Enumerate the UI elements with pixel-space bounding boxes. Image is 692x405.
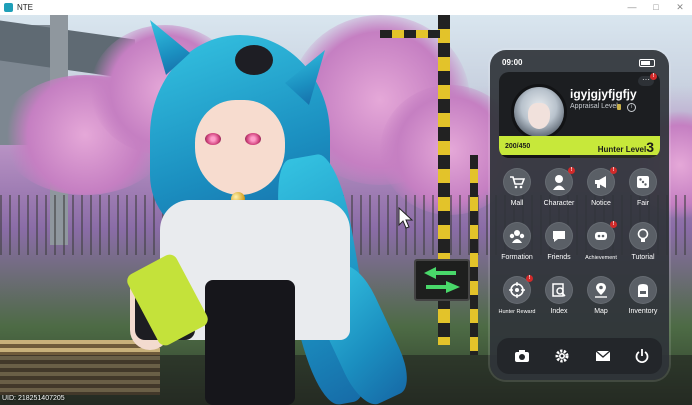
app-hunter-reward[interactable]: ! Hunter Reward (496, 275, 538, 328)
app-tutorial[interactable]: Tutorial (622, 222, 664, 274)
lightbulb-icon (629, 222, 657, 250)
hunter-level-bar: 200/450 Hunter Level3 (499, 136, 660, 158)
exp-progress-track (499, 155, 660, 158)
app-achievement[interactable]: ! Achievement (580, 221, 622, 274)
avatar[interactable] (511, 84, 567, 140)
cart-icon (503, 168, 531, 196)
chat-bubble-icon (545, 222, 573, 250)
character-eye (205, 133, 221, 145)
avatar-face (528, 103, 550, 129)
notification-badge: ! (526, 275, 533, 282)
hunter-level: Hunter Level3 (598, 139, 654, 155)
railway-pole (470, 155, 478, 355)
app-label: Inventory (628, 308, 658, 315)
notification-badge: ! (650, 73, 657, 80)
app-character[interactable]: ! Character (538, 167, 580, 220)
app-mall[interactable]: Mall (496, 168, 538, 220)
appraisal-level-label: Appraisal Level (570, 103, 618, 110)
minimize-button[interactable]: — (620, 0, 644, 15)
battery-icon (639, 59, 655, 67)
exp-text: 200/450 (505, 143, 531, 150)
formation-icon (503, 222, 531, 250)
info-icon[interactable]: i (627, 103, 636, 112)
appraisal-badge-icon (617, 104, 621, 110)
hunter-level-value: 3 (646, 139, 654, 155)
username: igyjgjyfjgfjy (570, 87, 637, 101)
app-map[interactable]: Map (580, 276, 622, 328)
notification-badge: ! (610, 167, 617, 174)
app-formation[interactable]: Formation (496, 222, 538, 274)
gear-icon[interactable] (553, 347, 571, 365)
hair-accessory (235, 45, 273, 75)
window-title: NTE (17, 3, 33, 12)
app-fair[interactable]: Fair (622, 168, 664, 220)
app-label: Fair (636, 200, 650, 207)
character-bodice (205, 280, 295, 405)
window-titlebar: NTE — □ ✕ (0, 0, 692, 15)
app-label: Tutorial (631, 254, 655, 261)
app-inventory[interactable]: Inventory (622, 276, 664, 328)
page-indicator (575, 329, 585, 342)
map-pin-icon (587, 276, 615, 304)
arrow-sign-icon (424, 267, 460, 293)
character-face (195, 100, 285, 195)
phone-menu: 09:00 ⋯ ! igyjgjyfjgfjy Appraisal Level … (490, 50, 669, 380)
phone-clock: 09:00 (502, 58, 523, 67)
uid-label: UID: 218251407205 (2, 395, 65, 402)
notification-badge: ! (568, 167, 575, 174)
app-notice[interactable]: ! Notice (580, 167, 622, 220)
direction-sign (414, 259, 470, 301)
search-book-icon (545, 276, 573, 304)
mouse-cursor-icon (398, 207, 414, 229)
mail-icon[interactable] (594, 347, 612, 365)
backpack-icon (629, 276, 657, 304)
camera-icon[interactable] (513, 347, 531, 365)
notification-badge: ! (610, 221, 617, 228)
app-icon (4, 3, 13, 12)
maximize-button[interactable]: □ (644, 0, 668, 15)
character-eye (245, 133, 261, 145)
hunter-level-label: Hunter Level (597, 145, 647, 154)
profile-card[interactable]: ⋯ ! igyjgjyfjgfjy Appraisal Level i 200/… (499, 72, 660, 158)
dice-icon (629, 168, 657, 196)
power-icon[interactable] (633, 347, 651, 365)
app-index[interactable]: Index (538, 276, 580, 328)
app-friends[interactable]: Friends (538, 222, 580, 274)
railway-barrier (380, 30, 450, 38)
exp-progress-fill (499, 155, 571, 158)
phone-dock (497, 338, 662, 374)
close-button[interactable]: ✕ (668, 0, 692, 15)
